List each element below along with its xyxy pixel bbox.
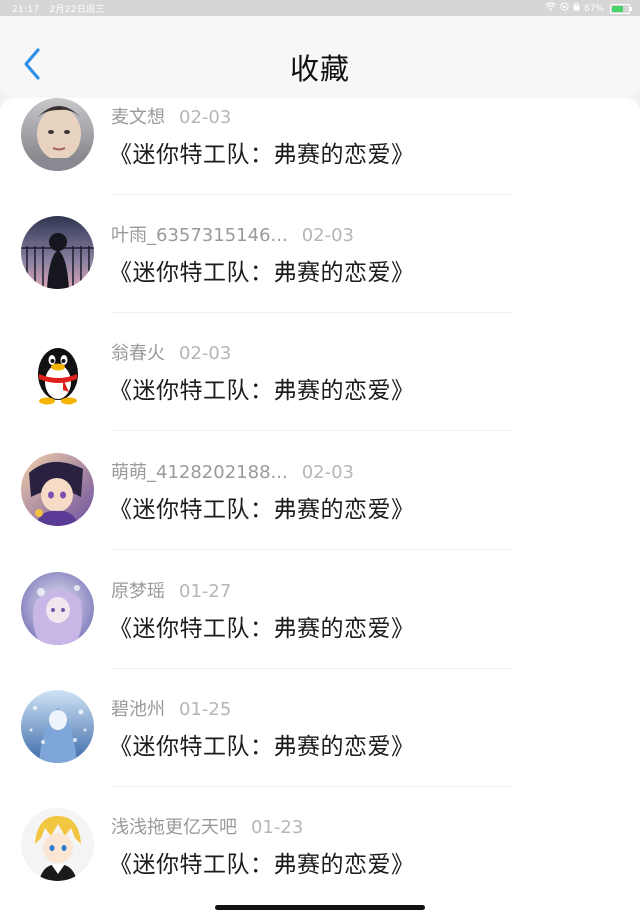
item-meta: 翁春火 02-03 [111,339,231,365]
row-divider [111,668,512,669]
item-date: 01-27 [179,581,232,602]
status-indicators: 67% [545,2,632,15]
status-bar: 21:17 2月22日周三 67% [0,0,640,16]
item-date: 02-03 [301,225,354,246]
avatar[interactable] [21,334,94,407]
favorite-item[interactable]: 浅浅拖更亿天吧 01-23 《迷你特工队：弗赛的恋爱》 [0,808,640,916]
favorite-item[interactable]: 原梦瑶 01-27 《迷你特工队：弗赛的恋爱》 [0,572,640,690]
item-date: 02-03 [301,462,354,483]
status-time: 21:17 [12,5,40,15]
item-meta: 原梦瑶 01-27 [111,577,231,603]
lock-rotation-icon [560,2,569,15]
item-title[interactable]: 《迷你特工队：弗赛的恋爱》 [109,371,415,405]
item-meta: 碧池州 01-25 [111,695,231,721]
avatar[interactable] [21,98,94,171]
item-meta: 浅浅拖更亿天吧 01-23 [111,813,303,839]
row-divider [111,194,512,195]
avatar[interactable] [21,690,94,763]
battery-percent: 67% [583,3,604,14]
favorite-item[interactable]: 翁春火 02-03 《迷你特工队：弗赛的恋爱》 [0,334,640,452]
item-title[interactable]: 《迷你特工队：弗赛的恋爱》 [109,727,415,761]
favorite-item[interactable]: 麦文想 02-03 《迷你特工队：弗赛的恋爱》 [0,98,640,216]
row-divider [111,312,512,313]
item-title[interactable]: 《迷你特工队：弗赛的恋爱》 [109,490,415,524]
avatar[interactable] [21,808,94,881]
item-title[interactable]: 《迷你特工队：弗赛的恋爱》 [109,845,415,879]
battery-icon [610,3,632,14]
row-divider [111,549,512,550]
user-name[interactable]: 浅浅拖更亿天吧 [111,817,237,838]
status-date: 2月22日周三 [49,5,105,15]
item-meta: 萌萌_4128202188... 02-03 [111,458,354,484]
item-meta: 叶雨_6357315146... 02-03 [111,221,354,247]
favorite-item[interactable]: 萌萌_4128202188... 02-03 《迷你特工队：弗赛的恋爱》 [0,453,640,571]
row-divider [111,786,512,787]
favorite-item[interactable]: 叶雨_6357315146... 02-03 《迷你特工队：弗赛的恋爱》 [0,216,640,334]
user-name[interactable]: 碧池州 [111,699,165,720]
item-meta: 麦文想 02-03 [111,103,231,129]
page-header: 收藏 [0,16,640,98]
user-name[interactable]: 翁春火 [111,343,165,364]
favorites-list: 麦文想 02-03 《迷你特工队：弗赛的恋爱》 叶雨_6357315146... 0… [0,98,640,916]
page-title: 收藏 [289,52,350,86]
user-name[interactable]: 麦文想 [111,107,165,128]
item-title[interactable]: 《迷你特工队：弗赛的恋爱》 [109,253,415,287]
battery-fill [612,5,623,12]
avatar[interactable] [21,572,94,645]
location-lock-icon [573,2,580,15]
status-time-date: 21:17 2月22日周三 [12,2,115,15]
item-title[interactable]: 《迷你特工队：弗赛的恋爱》 [109,609,415,643]
favorite-item[interactable]: 碧池州 01-25 《迷你特工队：弗赛的恋爱》 [0,690,640,808]
home-indicator[interactable] [215,905,425,910]
user-name[interactable]: 萌萌_4128202188... [111,462,288,483]
item-date: 01-23 [251,817,304,838]
user-name[interactable]: 原梦瑶 [111,581,165,602]
item-date: 01-25 [179,699,232,720]
item-title[interactable]: 《迷你特工队：弗赛的恋爱》 [109,135,415,169]
item-date: 02-03 [179,343,232,364]
user-name[interactable]: 叶雨_6357315146... [111,225,288,246]
item-date: 02-03 [179,107,232,128]
avatar[interactable] [21,216,94,289]
row-divider [111,430,512,431]
wifi-icon [545,2,556,15]
avatar[interactable] [21,453,94,526]
